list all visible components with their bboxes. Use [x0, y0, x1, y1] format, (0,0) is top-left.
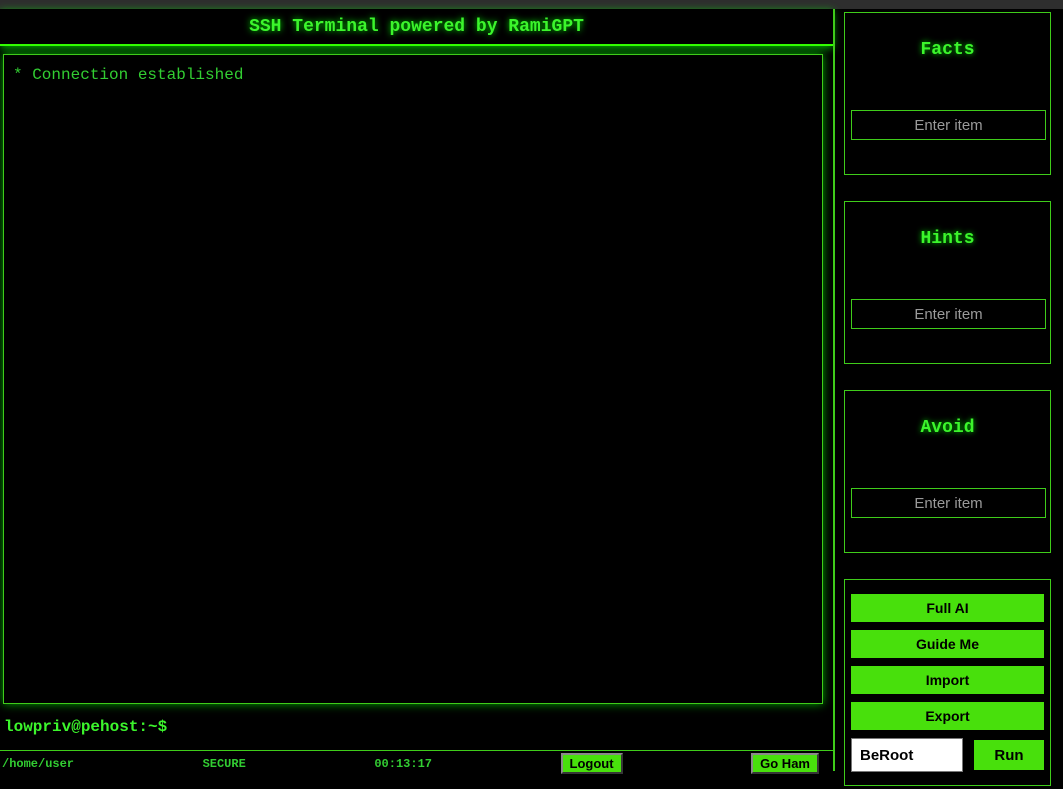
avoid-input[interactable]	[851, 488, 1046, 518]
logout-button[interactable]: Logout	[560, 753, 623, 774]
panel-hints: Hints	[844, 201, 1051, 364]
guide-me-button[interactable]: Guide Me	[851, 630, 1044, 658]
full-ai-button[interactable]: Full AI	[851, 594, 1044, 622]
import-button[interactable]: Import	[851, 666, 1044, 694]
status-secure-badge: SECURE	[202, 756, 246, 771]
script-name-input[interactable]	[851, 738, 963, 772]
run-button[interactable]: Run	[974, 740, 1044, 770]
status-path: /home/user	[2, 756, 75, 771]
terminal-prompt: lowpriv@pehost:~$	[4, 718, 168, 736]
status-bar: /home/user SECURE 00:13:17 Logout Go Ham	[0, 750, 833, 782]
header-bar: SSH Terminal powered by RamiGPT	[0, 9, 833, 46]
app-root: SSH Terminal powered by RamiGPT * Connec…	[0, 9, 1063, 789]
actions-panel: Full AI Guide Me Import Export Run	[844, 579, 1051, 786]
terminal-command-input[interactable]	[175, 718, 833, 736]
export-button[interactable]: Export	[851, 702, 1044, 730]
run-row: Run	[851, 738, 1044, 772]
panel-avoid: Avoid	[844, 390, 1051, 553]
go-ham-button[interactable]: Go Ham	[751, 753, 819, 774]
panel-avoid-title: Avoid	[920, 418, 975, 438]
panel-facts: Facts	[844, 12, 1051, 175]
main-column: SSH Terminal powered by RamiGPT * Connec…	[0, 9, 833, 789]
status-clock: 00:13:17	[374, 756, 432, 771]
sidebar: Facts Hints Avoid Full AI Guide Me Impor…	[833, 9, 1063, 789]
terminal-prompt-row: lowpriv@pehost:~$	[0, 704, 833, 750]
window-top-strip	[0, 0, 1063, 9]
terminal-output-line: * Connection established	[13, 66, 244, 84]
app-title: SSH Terminal powered by RamiGPT	[249, 16, 584, 37]
panel-hints-title: Hints	[920, 229, 975, 249]
panel-facts-title: Facts	[920, 40, 975, 60]
hints-input[interactable]	[851, 299, 1046, 329]
facts-input[interactable]	[851, 110, 1046, 140]
terminal-output: * Connection established	[3, 54, 823, 704]
main-sidebar-divider	[833, 9, 835, 771]
